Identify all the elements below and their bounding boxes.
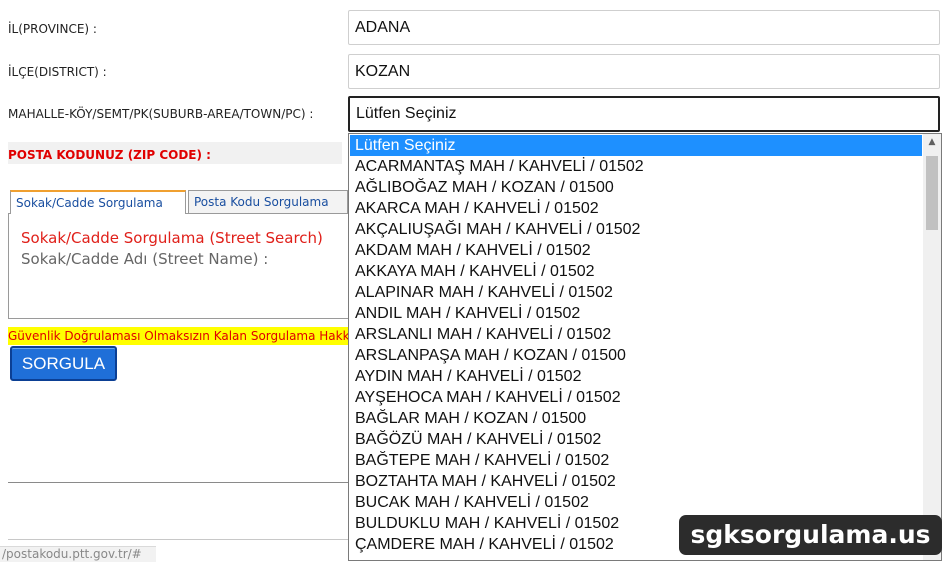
dropdown-option[interactable]: ANDIL MAH / KAHVELİ / 01502 — [350, 303, 922, 324]
dropdown-option[interactable]: BAĞTEPE MAH / KAHVELİ / 01502 — [350, 450, 922, 471]
watermark: sgksorgulama.us — [679, 515, 942, 555]
tab-postcode-search[interactable]: Posta Kodu Sorgulama — [188, 190, 348, 213]
street-name-label: Sokak/Cadde Adı (Street Name) : — [21, 250, 269, 268]
district-label: İLÇE(DISTRICT) : — [8, 65, 107, 79]
suburb-select[interactable]: Lütfen Seçiniz — [348, 96, 940, 132]
province-label: İL(PROVINCE) : — [8, 22, 97, 36]
zip-code-label: POSTA KODUNUZ (ZIP CODE) : — [8, 148, 211, 162]
dropdown-option[interactable]: AĞLIBOĞAZ MAH / KOZAN / 01500 — [350, 177, 922, 198]
dropdown-option[interactable]: ARSLANPAŞA MAH / KOZAN / 01500 — [350, 345, 922, 366]
status-url: /postakodu.ptt.gov.tr/# — [0, 546, 156, 562]
dropdown-option-placeholder[interactable]: Lütfen Seçiniz — [350, 135, 922, 156]
dropdown-scrollbar[interactable]: ▲ — [923, 134, 941, 560]
dropdown-option[interactable]: ARSLANLI MAH / KAHVELİ / 01502 — [350, 324, 922, 345]
dropdown-option[interactable]: AKARCA MAH / KAHVELİ / 01502 — [350, 198, 922, 219]
panel-title: Sokak/Cadde Sorgulama (Street Search) — [21, 229, 323, 247]
dropdown-option[interactable]: BOZTAHTA MAH / KAHVELİ / 01502 — [350, 471, 922, 492]
dropdown-option[interactable]: ACARMANTAŞ MAH / KAHVELİ / 01502 — [350, 156, 922, 177]
street-search-panel: Sokak/Cadde Sorgulama (Street Search) So… — [8, 213, 348, 319]
scroll-up-icon[interactable]: ▲ — [923, 134, 941, 150]
province-select[interactable]: ADANA — [348, 10, 940, 45]
dropdown-option[interactable]: BAĞLAR MAH / KOZAN / 01500 — [350, 408, 922, 429]
dropdown-option[interactable]: AYŞEHOCA MAH / KAHVELİ / 01502 — [350, 387, 922, 408]
dropdown-option[interactable]: BAĞÖZÜ MAH / KAHVELİ / 01502 — [350, 429, 922, 450]
dropdown-option[interactable]: AYDIN MAH / KAHVELİ / 01502 — [350, 366, 922, 387]
suburb-label: MAHALLE-KÖY/SEMT/PK(SUBURB-AREA/TOWN/PC)… — [8, 107, 314, 121]
dropdown-option[interactable]: AKKAYA MAH / KAHVELİ / 01502 — [350, 261, 922, 282]
security-warning: Güvenlik Doğrulaması Olmaksızın Kalan So… — [8, 327, 348, 345]
tab-street-search[interactable]: Sokak/Cadde Sorgulama — [10, 190, 186, 214]
scrollbar-thumb[interactable] — [926, 156, 938, 230]
suburb-dropdown-list[interactable]: Lütfen Seçiniz ACARMANTAŞ MAH / KAHVELİ /… — [348, 133, 942, 561]
divider-line — [8, 482, 348, 483]
query-button[interactable]: SORGULA — [10, 346, 117, 381]
dropdown-option[interactable]: ALAPINAR MAH / KAHVELİ / 01502 — [350, 282, 922, 303]
dropdown-option[interactable]: AKÇALIUŞAĞI MAH / KAHVELİ / 01502 — [350, 219, 922, 240]
district-select[interactable]: KOZAN — [348, 54, 940, 89]
dropdown-option[interactable]: BUCAK MAH / KAHVELİ / 01502 — [350, 492, 922, 513]
dropdown-option[interactable]: AKDAM MAH / KAHVELİ / 01502 — [350, 240, 922, 261]
divider-line-lower — [8, 539, 348, 540]
